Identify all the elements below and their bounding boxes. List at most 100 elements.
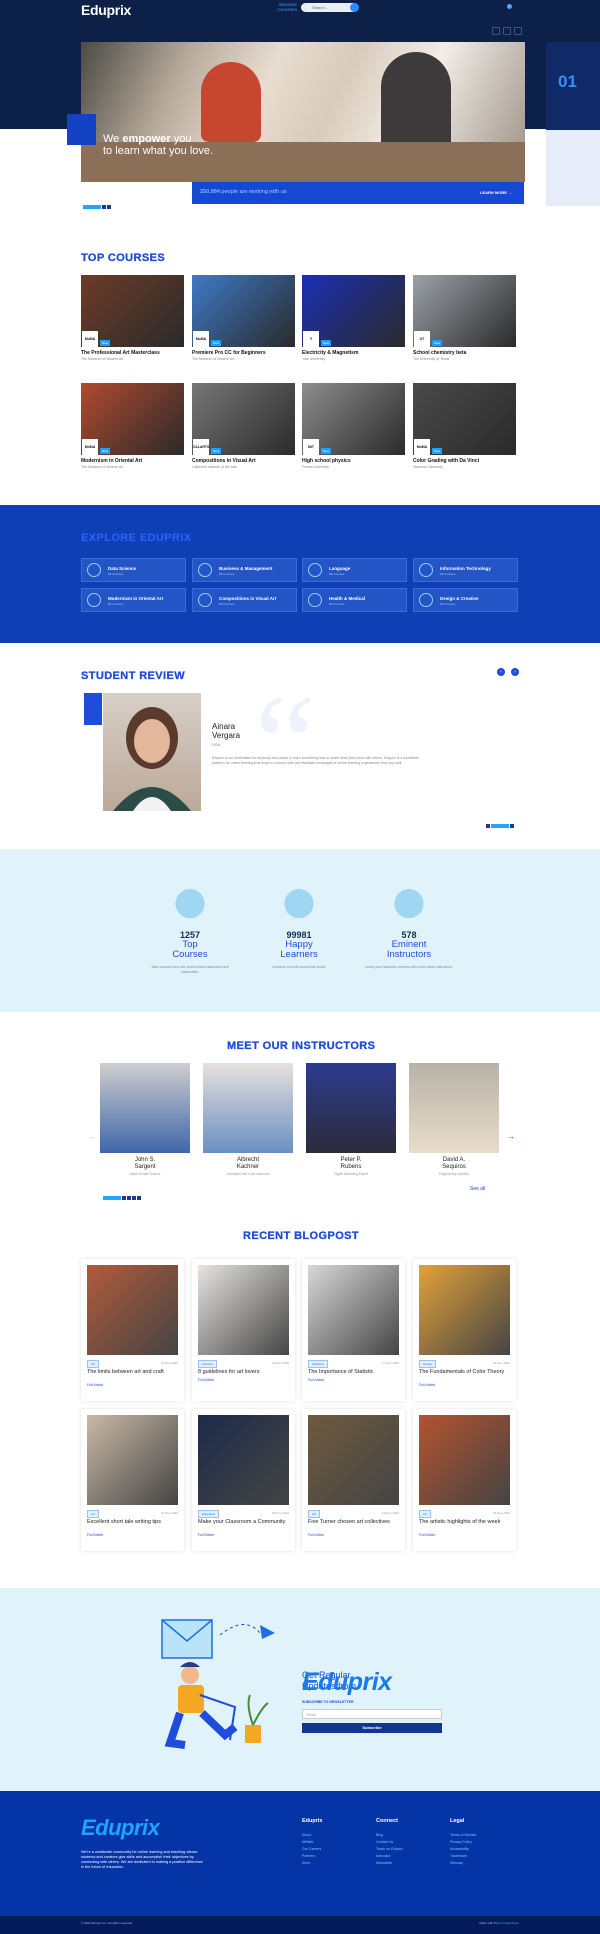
read-more-link[interactable]: Full Article <box>308 1533 324 1537</box>
made-by-link[interactable]: CreativeTeam <box>500 1921 519 1925</box>
blog-tag[interactable]: Art <box>419 1510 431 1518</box>
hero-slider-dots[interactable] <box>83 196 112 214</box>
read-more-link[interactable]: Full Article <box>419 1533 435 1537</box>
category-card[interactable]: Compositions in Visual Art 68 Courses <box>192 588 297 612</box>
reviewer-location: USA <box>212 742 221 747</box>
read-more-link[interactable]: Full Article <box>419 1383 435 1387</box>
see-all-link[interactable]: See all <box>470 1186 485 1192</box>
category-card[interactable]: Information Technology 68 Courses <box>413 558 518 582</box>
footer-link[interactable]: Newsletter <box>376 1860 403 1867</box>
course-card[interactable]: MoMA New The Professional Art Masterclass T… <box>81 275 184 361</box>
instagram-icon[interactable] <box>492 27 500 35</box>
user-icon[interactable] <box>507 4 512 9</box>
read-more-link[interactable]: Full Article <box>308 1378 324 1382</box>
search-icon[interactable] <box>350 3 359 12</box>
blog-image <box>308 1415 399 1505</box>
footer-link[interactable]: Partners <box>302 1853 322 1860</box>
category-card[interactable]: Design & Creative 68 Courses <box>413 588 518 612</box>
course-card[interactable]: MIT New High school physics Florida Univers… <box>302 383 405 469</box>
blog-tag[interactable]: Art <box>308 1510 320 1518</box>
blog-title[interactable]: Five Turner chosen art collectives <box>308 1519 399 1526</box>
blog-card[interactable]: Art 27 Dec 2020 Excellent short tale writi… <box>81 1409 184 1551</box>
blog-title[interactable]: The Fundamentals of Color Theory <box>419 1369 510 1376</box>
instructors-slider-dots[interactable] <box>103 1187 142 1205</box>
footer-link[interactable]: Teach on Eduprix <box>376 1846 403 1853</box>
copyright: © 2021 Eduprix Inc. All rights reserved. <box>81 1921 133 1925</box>
footer-link[interactable]: Sitemap <box>450 1860 476 1867</box>
logo[interactable]: Eduprix <box>81 2 131 18</box>
blog-card[interactable]: Lifestyle 19 Dec 2020 8 guidelines for art… <box>192 1259 295 1401</box>
category-card[interactable]: Business & Management 68 Courses <box>192 558 297 582</box>
blog-tag[interactable]: Education <box>198 1510 220 1518</box>
instructor-card[interactable]: John S. Sargent Head of Data Science <box>100 1063 190 1176</box>
hero-accent-square <box>67 114 96 145</box>
footer-link[interactable]: Trademark <box>450 1853 476 1860</box>
footer-link[interactable]: Accessibility <box>450 1846 476 1853</box>
review-prev-button[interactable]: ‹ <box>497 668 505 676</box>
instructor-card[interactable]: Albrecht Kachner Developer and Lead Instru… <box>203 1063 293 1176</box>
footer-link[interactable]: Affiliate <box>302 1839 322 1846</box>
blog-tag[interactable]: Lifestyle <box>198 1360 218 1368</box>
blog-title[interactable]: Make your Classroom a Community <box>198 1519 289 1526</box>
email-field[interactable]: Email <box>302 1709 442 1719</box>
read-more-link[interactable]: Full Article <box>87 1383 103 1387</box>
browse-courses-link[interactable]: BROWSE COURSES <box>275 2 297 12</box>
blog-card[interactable]: Design 16 Dec 2020 The Fundamentals of Col… <box>413 1259 516 1401</box>
category-card[interactable]: Language 68 Courses <box>302 558 407 582</box>
blog-title[interactable]: The artistic highlights of the week <box>419 1519 510 1526</box>
blog-tag[interactable]: Art <box>87 1360 99 1368</box>
footer-logo[interactable]: Eduprix <box>81 1815 160 1841</box>
course-card[interactable]: MoMA New Premiere Pro CC for Beginners The … <box>192 275 295 361</box>
footer-column: Legal Terms of Service Privacy Policy Acces… <box>450 1818 476 1867</box>
blog-title[interactable]: Excellent short tale writing tips <box>87 1519 178 1526</box>
facebook-icon[interactable] <box>503 27 511 35</box>
read-more-link[interactable]: Full Article <box>198 1378 214 1382</box>
stat-illustration <box>276 876 322 922</box>
blog-tag[interactable]: Design <box>419 1360 437 1368</box>
blog-tag[interactable]: Statistics <box>308 1360 329 1368</box>
footer-link[interactable]: Store <box>302 1860 322 1867</box>
course-card[interactable]: UT New School chemistry beta The University… <box>413 275 516 361</box>
instructors-prev-arrow[interactable]: ← <box>88 1132 96 1141</box>
blog-tag[interactable]: Art <box>87 1510 99 1518</box>
learn-more-link[interactable]: LEARN MORE → <box>480 190 512 195</box>
instructor-card[interactable]: Peter P. Rubens Digital Marketing Expert <box>306 1063 396 1176</box>
footer-link[interactable]: Contact Us <box>376 1839 403 1846</box>
course-card[interactable]: MoMA New Modernism in Oriental Art The Muse… <box>81 383 184 469</box>
read-more-link[interactable]: Full Article <box>198 1533 214 1537</box>
footer-link[interactable]: About <box>302 1832 322 1839</box>
blog-image <box>87 1415 178 1505</box>
course-card[interactable]: CALARTS New Compositions in Visual Art Cali… <box>192 383 295 469</box>
course-card[interactable]: MoMA New Color Grading with Da Vinci Stanfo… <box>413 383 516 469</box>
instructor-card[interactable]: David A. Sequiros Engineering Architect <box>409 1063 499 1176</box>
category-card[interactable]: Data Science 68 Courses <box>81 558 186 582</box>
footer-link[interactable]: Blog <box>376 1832 403 1839</box>
blog-title[interactable]: 8 guidelines for art lovers <box>198 1369 289 1376</box>
course-title: Modernism in Oriental Art <box>81 458 143 464</box>
course-card[interactable]: Y New Electricity & Magnetism Yale Universi… <box>302 275 405 361</box>
course-image: Y New <box>302 275 405 347</box>
footer-link[interactable]: Privacy Policy <box>450 1839 476 1846</box>
review-accent <box>84 693 102 725</box>
instructor-role: Developer and Lead Instructor <box>226 1172 270 1176</box>
category-card[interactable]: Modernism in Oriental Art 68 Courses <box>81 588 186 612</box>
instructors-next-arrow[interactable]: → <box>507 1132 515 1141</box>
blog-card[interactable]: Art 15 Dec 2020 Five Turner chosen art col… <box>302 1409 405 1551</box>
course-provider: Yale University <box>302 357 326 361</box>
footer-link[interactable]: Terms of Service <box>450 1832 476 1839</box>
subscribe-button[interactable]: Subscribe <box>302 1723 442 1733</box>
category-card[interactable]: Health & Medical 68 Courses <box>302 588 407 612</box>
blog-card[interactable]: Statistics 17 Dec 2020 The Importance of S… <box>302 1259 405 1401</box>
review-slider-dots[interactable] <box>486 815 515 833</box>
read-more-link[interactable]: Full Article <box>87 1533 103 1537</box>
blog-card[interactable]: Art 21 Dec 2020 The limits between art and… <box>81 1259 184 1401</box>
review-next-button[interactable]: › <box>511 668 519 676</box>
blog-title[interactable]: The limits between art and craft <box>87 1369 178 1376</box>
blog-card[interactable]: Art 09 Dec 2020 The artistic highlights of… <box>413 1409 516 1551</box>
blog-card[interactable]: Education 30 Dec 2020 Make your Classroom … <box>192 1409 295 1551</box>
blog-title[interactable]: The Importance of Statistic <box>308 1369 399 1376</box>
footer-link[interactable]: Instructor <box>376 1853 403 1860</box>
twitter-icon[interactable] <box>514 27 522 35</box>
footer-link[interactable]: Our Careers <box>302 1846 322 1853</box>
provider-logo: MoMA <box>82 331 98 347</box>
